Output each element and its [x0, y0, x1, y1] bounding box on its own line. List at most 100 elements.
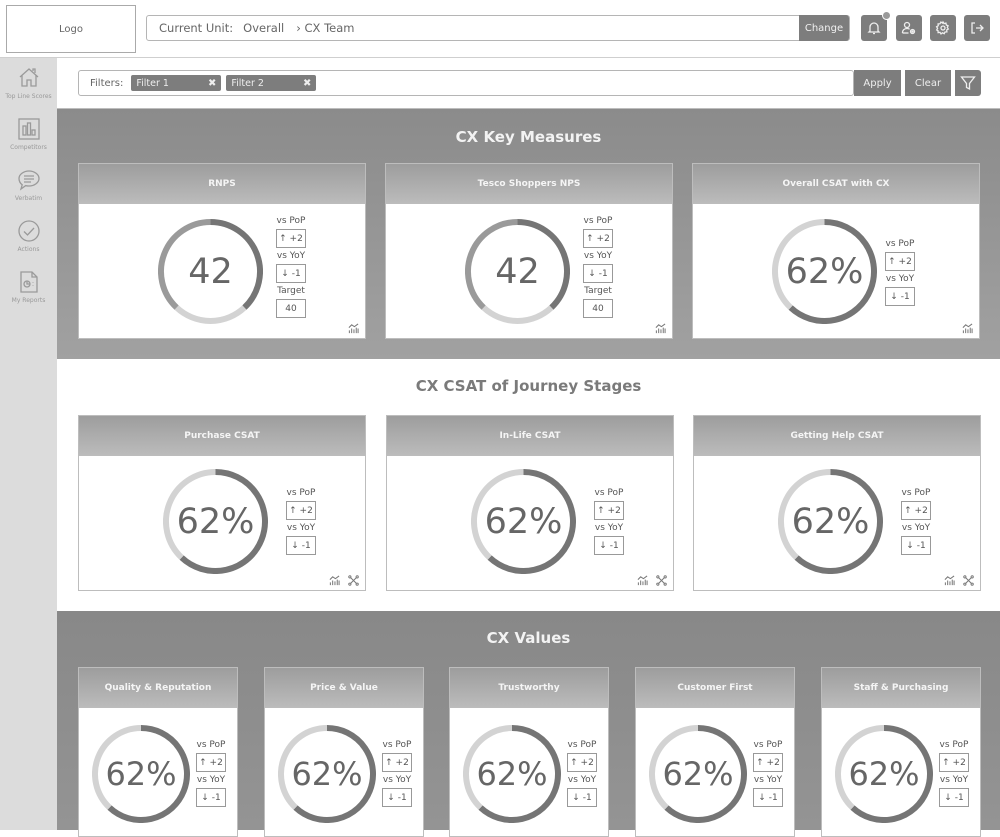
card-in-life-csat[interactable]: In-Life CSAT 62% vs PoP ↑ +2 vs YoY ↓ -1	[386, 415, 674, 591]
card-tesco-shoppers-nps[interactable]: Tesco Shoppers NPS 42 vs PoP ↑ +2 vs YoY ↓ -1…	[385, 163, 673, 339]
section-title: CX Key Measures	[455, 128, 602, 146]
vs-pop-label: vs PoP	[594, 488, 624, 498]
card-overall-csat-with-cx[interactable]: Overall CSAT with CX 62% vs PoP ↑ +2 vs YoY ↓…	[692, 163, 980, 339]
vs-pop-value: ↑ +2	[382, 753, 412, 772]
trend-chart-icon[interactable]	[637, 575, 648, 586]
current-unit-value[interactable]: Overall	[243, 21, 284, 35]
card-actions	[655, 323, 666, 334]
comparison-stats: vs PoP ↑ +2 vs YoY ↓ -1	[939, 740, 969, 810]
filters-label: Filters:	[90, 77, 124, 89]
card-rnps[interactable]: RNPS 42 vs PoP ↑ +2 vs YoY ↓ -1 Target 40	[78, 163, 366, 339]
vs-pop-value: ↑ +2	[196, 753, 226, 772]
trend-chart-icon[interactable]	[329, 575, 340, 586]
gauge-value: 42	[188, 251, 233, 292]
top-bar: Logo Current Unit: Overall › CX Team Cha…	[0, 0, 1000, 58]
apply-button[interactable]: Apply	[854, 70, 901, 96]
clear-button[interactable]: Clear	[905, 70, 951, 96]
card-getting-help-csat[interactable]: Getting Help CSAT 62% vs PoP ↑ +2 vs YoY ↓ -1	[693, 415, 981, 591]
sidebar-item-actions[interactable]: Actions	[0, 211, 57, 262]
card-quality-and-reputation[interactable]: Quality & Reputation 62% vs PoP ↑ +2 vs YoY ↓…	[78, 667, 238, 837]
expand-icon[interactable]	[348, 575, 359, 586]
notification-badge	[882, 11, 891, 20]
sidebar-item-my-reports[interactable]: My Reports	[0, 262, 57, 313]
card-title: Price & Value	[265, 668, 423, 708]
card-staff-and-purchasing[interactable]: Staff & Purchasing 62% vs PoP ↑ +2 vs YoY ↓ -…	[821, 667, 981, 837]
vs-yoy-label: vs YoY	[753, 775, 783, 785]
funnel-icon	[960, 76, 976, 91]
vs-yoy-value: ↓ -1	[939, 788, 969, 807]
vs-yoy-label: vs YoY	[286, 523, 316, 533]
gauge-value: 62%	[291, 755, 363, 793]
card-actions	[329, 575, 359, 586]
comparison-stats: vs PoP ↑ +2 vs YoY ↓ -1	[594, 488, 624, 558]
remove-filter-icon[interactable]: ✖	[208, 78, 216, 89]
logo[interactable]: Logo	[6, 5, 136, 53]
vs-yoy-value: ↓ -1	[567, 788, 597, 807]
vs-yoy-value: ↓ -1	[594, 536, 624, 555]
gauge-value: 62%	[484, 501, 563, 542]
filter-bar[interactable]: Filters: Filter 1 ✖ Filter 2 ✖	[78, 70, 854, 96]
gauge: 42	[158, 219, 263, 324]
gear-icon	[935, 20, 950, 35]
vs-pop-value: ↑ +2	[276, 229, 306, 248]
vs-pop-label: vs PoP	[276, 216, 306, 226]
card-actions	[944, 575, 974, 586]
trend-chart-icon[interactable]	[348, 323, 359, 334]
vs-yoy-value: ↓ -1	[583, 264, 613, 283]
gauge-value: 62%	[662, 755, 734, 793]
target-label: Target	[277, 286, 305, 296]
section-key-measures: CX Key Measures RNPS 42 vs PoP ↑ +2 vs YoY ↓ …	[57, 109, 1000, 359]
sidebar-item-top-line-scores[interactable]: Top Line Scores	[0, 58, 57, 109]
gauge-value: 62%	[105, 755, 177, 793]
vs-yoy-label: vs YoY	[196, 775, 226, 785]
filter-chip[interactable]: Filter 1 ✖	[131, 75, 222, 91]
sidebar-item-label: Competitors	[10, 144, 47, 151]
vs-pop-value: ↑ +2	[939, 753, 969, 772]
vs-pop-label: vs PoP	[583, 216, 613, 226]
card-price-and-value[interactable]: Price & Value 62% vs PoP ↑ +2 vs YoY ↓ -1	[264, 667, 424, 837]
gauge: 62%	[278, 725, 376, 823]
trend-chart-icon[interactable]	[655, 323, 666, 334]
gauge: 62%	[471, 469, 576, 574]
trend-chart-icon[interactable]	[962, 323, 973, 334]
gauge-value: 62%	[176, 501, 255, 542]
vs-yoy-label: vs YoY	[885, 274, 915, 284]
comparison-stats: vs PoP ↑ +2 vs YoY ↓ -1	[382, 740, 412, 810]
vs-yoy-label: vs YoY	[939, 775, 969, 785]
notifications-button[interactable]	[861, 11, 891, 41]
user-settings-button[interactable]	[896, 15, 922, 41]
sidebar-item-competitors[interactable]: Competitors	[0, 109, 57, 160]
gauge-value: 62%	[476, 755, 548, 793]
logout-button[interactable]	[964, 15, 990, 41]
vs-yoy-value: ↓ -1	[901, 536, 931, 555]
vs-pop-label: vs PoP	[286, 488, 316, 498]
trend-chart-icon[interactable]	[944, 575, 955, 586]
card-actions	[348, 323, 359, 334]
change-unit-button[interactable]: Change	[799, 15, 849, 41]
vs-pop-value: ↑ +2	[885, 252, 915, 271]
sidebar-item-verbatim[interactable]: Verbatim	[0, 160, 57, 211]
current-unit-breadcrumb[interactable]: › CX Team	[296, 21, 354, 35]
card-customer-first[interactable]: Customer First 62% vs PoP ↑ +2 vs YoY ↓ -1	[635, 667, 795, 837]
card-title: Tesco Shoppers NPS	[386, 164, 672, 204]
comparison-stats: vs PoP ↑ +2 vs YoY ↓ -1	[567, 740, 597, 810]
card-trustworthy[interactable]: Trustworthy 62% vs PoP ↑ +2 vs YoY ↓ -1	[449, 667, 609, 837]
gauge-value: 62%	[848, 755, 920, 793]
remove-filter-icon[interactable]: ✖	[303, 78, 311, 89]
comparison-stats: vs PoP ↑ +2 vs YoY ↓ -1	[885, 239, 915, 309]
filter-chip-label: Filter 1	[136, 77, 169, 89]
user-settings-icon	[901, 21, 916, 35]
card-title: Customer First	[636, 668, 794, 708]
card-actions	[637, 575, 667, 586]
filter-toggle-button[interactable]	[955, 70, 981, 96]
gauge: 62%	[163, 469, 268, 574]
expand-icon[interactable]	[963, 575, 974, 586]
sidebar-item-label: Verbatim	[14, 195, 43, 202]
comparison-stats: vs PoP ↑ +2 vs YoY ↓ -1	[196, 740, 226, 810]
settings-button[interactable]	[930, 15, 956, 41]
card-purchase-csat[interactable]: Purchase CSAT 62% vs PoP ↑ +2 vs YoY ↓ -1	[78, 415, 366, 591]
filter-chip[interactable]: Filter 2 ✖	[226, 75, 317, 91]
vs-pop-label: vs PoP	[939, 740, 969, 750]
expand-icon[interactable]	[656, 575, 667, 586]
card-title: Quality & Reputation	[79, 668, 237, 708]
